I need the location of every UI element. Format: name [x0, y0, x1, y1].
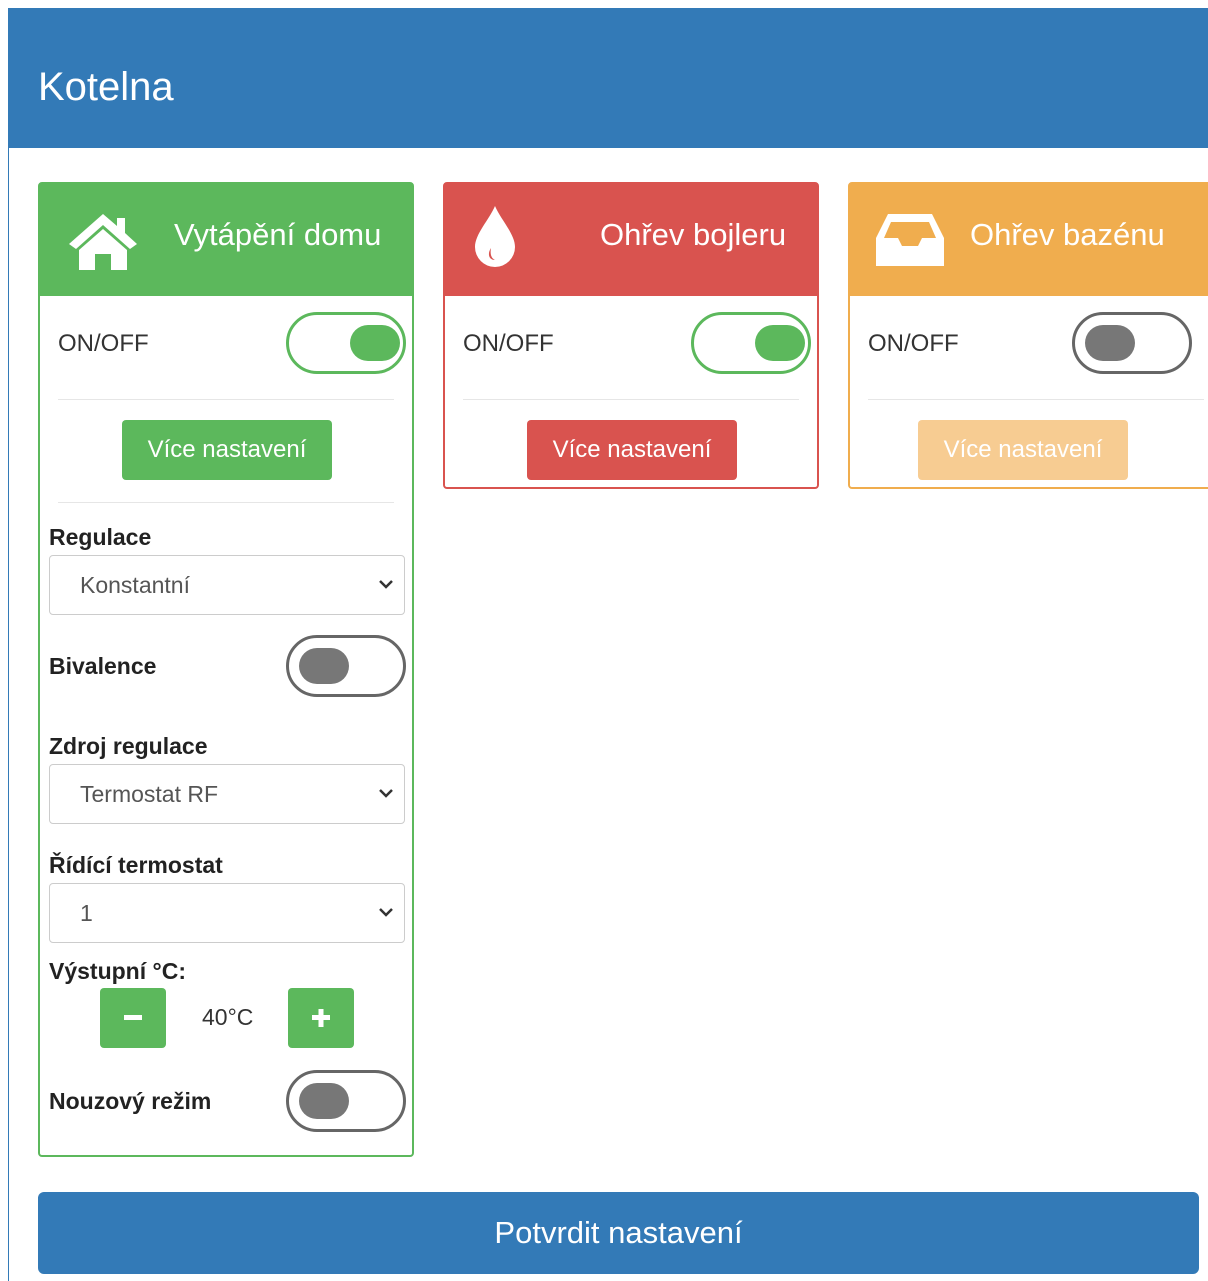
toggle-knob: [1085, 325, 1135, 361]
header-bar: Kotelna: [9, 9, 1208, 148]
card-pool-heating: Ohřev bazénu ON/OFF Více nastavení: [848, 182, 1208, 489]
boiler-heating-toggle[interactable]: [691, 312, 811, 374]
output-temp-label: Výstupní °C:: [49, 958, 186, 984]
control-thermostat-value: 1: [80, 900, 93, 926]
divider: [58, 502, 394, 503]
regulation-source-label: Zdroj regulace: [49, 733, 208, 759]
onoff-label: ON/OFF: [58, 330, 149, 357]
toggle-knob: [755, 325, 805, 361]
card-boiler-heating: Ohřev bojleru ON/OFF Více nastavení: [443, 182, 819, 489]
output-temp-value: 40°C: [202, 1004, 254, 1030]
bivalence-label: Bivalence: [49, 653, 157, 679]
regulation-value: Konstantní: [80, 572, 190, 598]
more-settings-button[interactable]: Více nastavení: [918, 420, 1128, 480]
more-settings-button[interactable]: Více nastavení: [527, 420, 737, 480]
divider: [58, 399, 394, 400]
emergency-mode-label: Nouzový režim: [49, 1088, 212, 1114]
chevron-down-icon: [379, 580, 393, 589]
chevron-down-icon: [379, 908, 393, 917]
onoff-label: ON/OFF: [463, 330, 554, 357]
card-title: Ohřev bazénu: [970, 217, 1165, 252]
card-title: Vytápění domu: [174, 217, 382, 252]
card-house-heating: Vytápění domu ON/OFF Více nastavení Regu…: [38, 182, 414, 1157]
plus-icon: [312, 1009, 330, 1027]
house-heating-toggle[interactable]: [286, 312, 406, 374]
card-header: Ohřev bazénu: [850, 184, 1208, 296]
toggle-knob: [299, 648, 349, 684]
chevron-down-icon: [379, 789, 393, 798]
inbox-tray-icon: [876, 214, 944, 266]
card-header: Ohřev bojleru: [445, 184, 817, 296]
toggle-knob: [350, 325, 400, 361]
increase-temp-button[interactable]: [288, 988, 354, 1048]
decrease-temp-button[interactable]: [100, 988, 166, 1048]
control-thermostat-label: Řídící termostat: [49, 852, 223, 878]
more-settings-button[interactable]: Více nastavení: [122, 420, 332, 480]
regulation-select[interactable]: Konstantní: [49, 555, 405, 615]
pool-heating-toggle[interactable]: [1072, 312, 1192, 374]
divider: [463, 399, 799, 400]
card-title: Ohřev bojleru: [600, 217, 787, 252]
bivalence-toggle[interactable]: [286, 635, 406, 697]
control-thermostat-select[interactable]: 1: [49, 883, 405, 943]
home-icon: [69, 214, 137, 270]
regulation-label: Regulace: [49, 524, 152, 550]
onoff-label: ON/OFF: [868, 330, 959, 357]
regulation-source-value: Termostat RF: [80, 781, 219, 807]
minus-icon: [124, 1015, 142, 1020]
regulation-source-select[interactable]: Termostat RF: [49, 764, 405, 824]
water-drop-icon: [475, 206, 515, 267]
confirm-settings-button[interactable]: Potvrdit nastavení: [38, 1192, 1199, 1274]
page-title: Kotelna: [38, 65, 174, 109]
divider: [868, 399, 1204, 400]
card-header: Vytápění domu: [40, 184, 412, 296]
emergency-mode-toggle[interactable]: [286, 1070, 406, 1132]
toggle-knob: [299, 1083, 349, 1119]
